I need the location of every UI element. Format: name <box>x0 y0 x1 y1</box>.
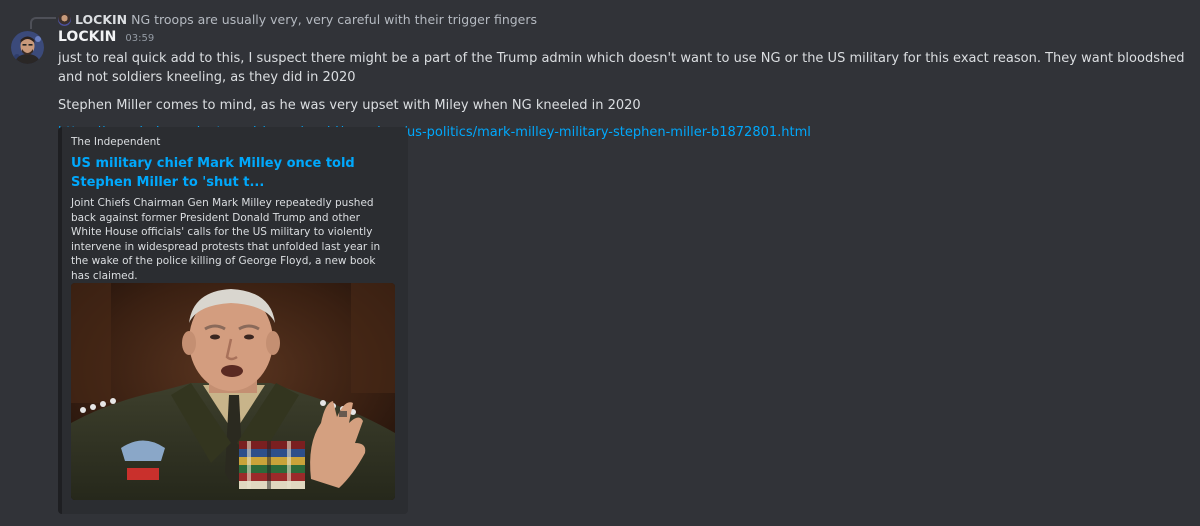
reply-preview[interactable]: LOCKIN NG troops are usually very, very … <box>58 9 537 29</box>
message-paragraph-2: Stephen Miller comes to mind, as he was … <box>58 98 641 113</box>
embed-description: Joint Chiefs Chairman Gen Mark Milley re… <box>71 197 381 282</box>
embed-provider[interactable]: The Independent <box>71 136 160 148</box>
embed-image[interactable] <box>71 283 395 500</box>
message-author[interactable]: LOCKIN <box>58 29 116 45</box>
message-header: LOCKIN 03:59 <box>58 29 154 45</box>
embed-title[interactable]: US military chief Mark Milley once told … <box>71 154 391 192</box>
reply-text[interactable]: NG troops are usually very, very careful… <box>131 12 537 27</box>
link-embed: The Independent US military chief Mark M… <box>58 127 408 514</box>
reply-avatar[interactable] <box>58 12 71 26</box>
chat-message: LOCKIN NG troops are usually very, very … <box>0 0 1200 526</box>
message-timestamp[interactable]: 03:59 <box>125 33 154 44</box>
avatar[interactable] <box>11 31 44 64</box>
reply-author[interactable]: LOCKIN <box>75 12 127 27</box>
message-paragraph-1: just to real quick add to this, I suspec… <box>58 51 1185 85</box>
reply-spine <box>30 17 56 29</box>
